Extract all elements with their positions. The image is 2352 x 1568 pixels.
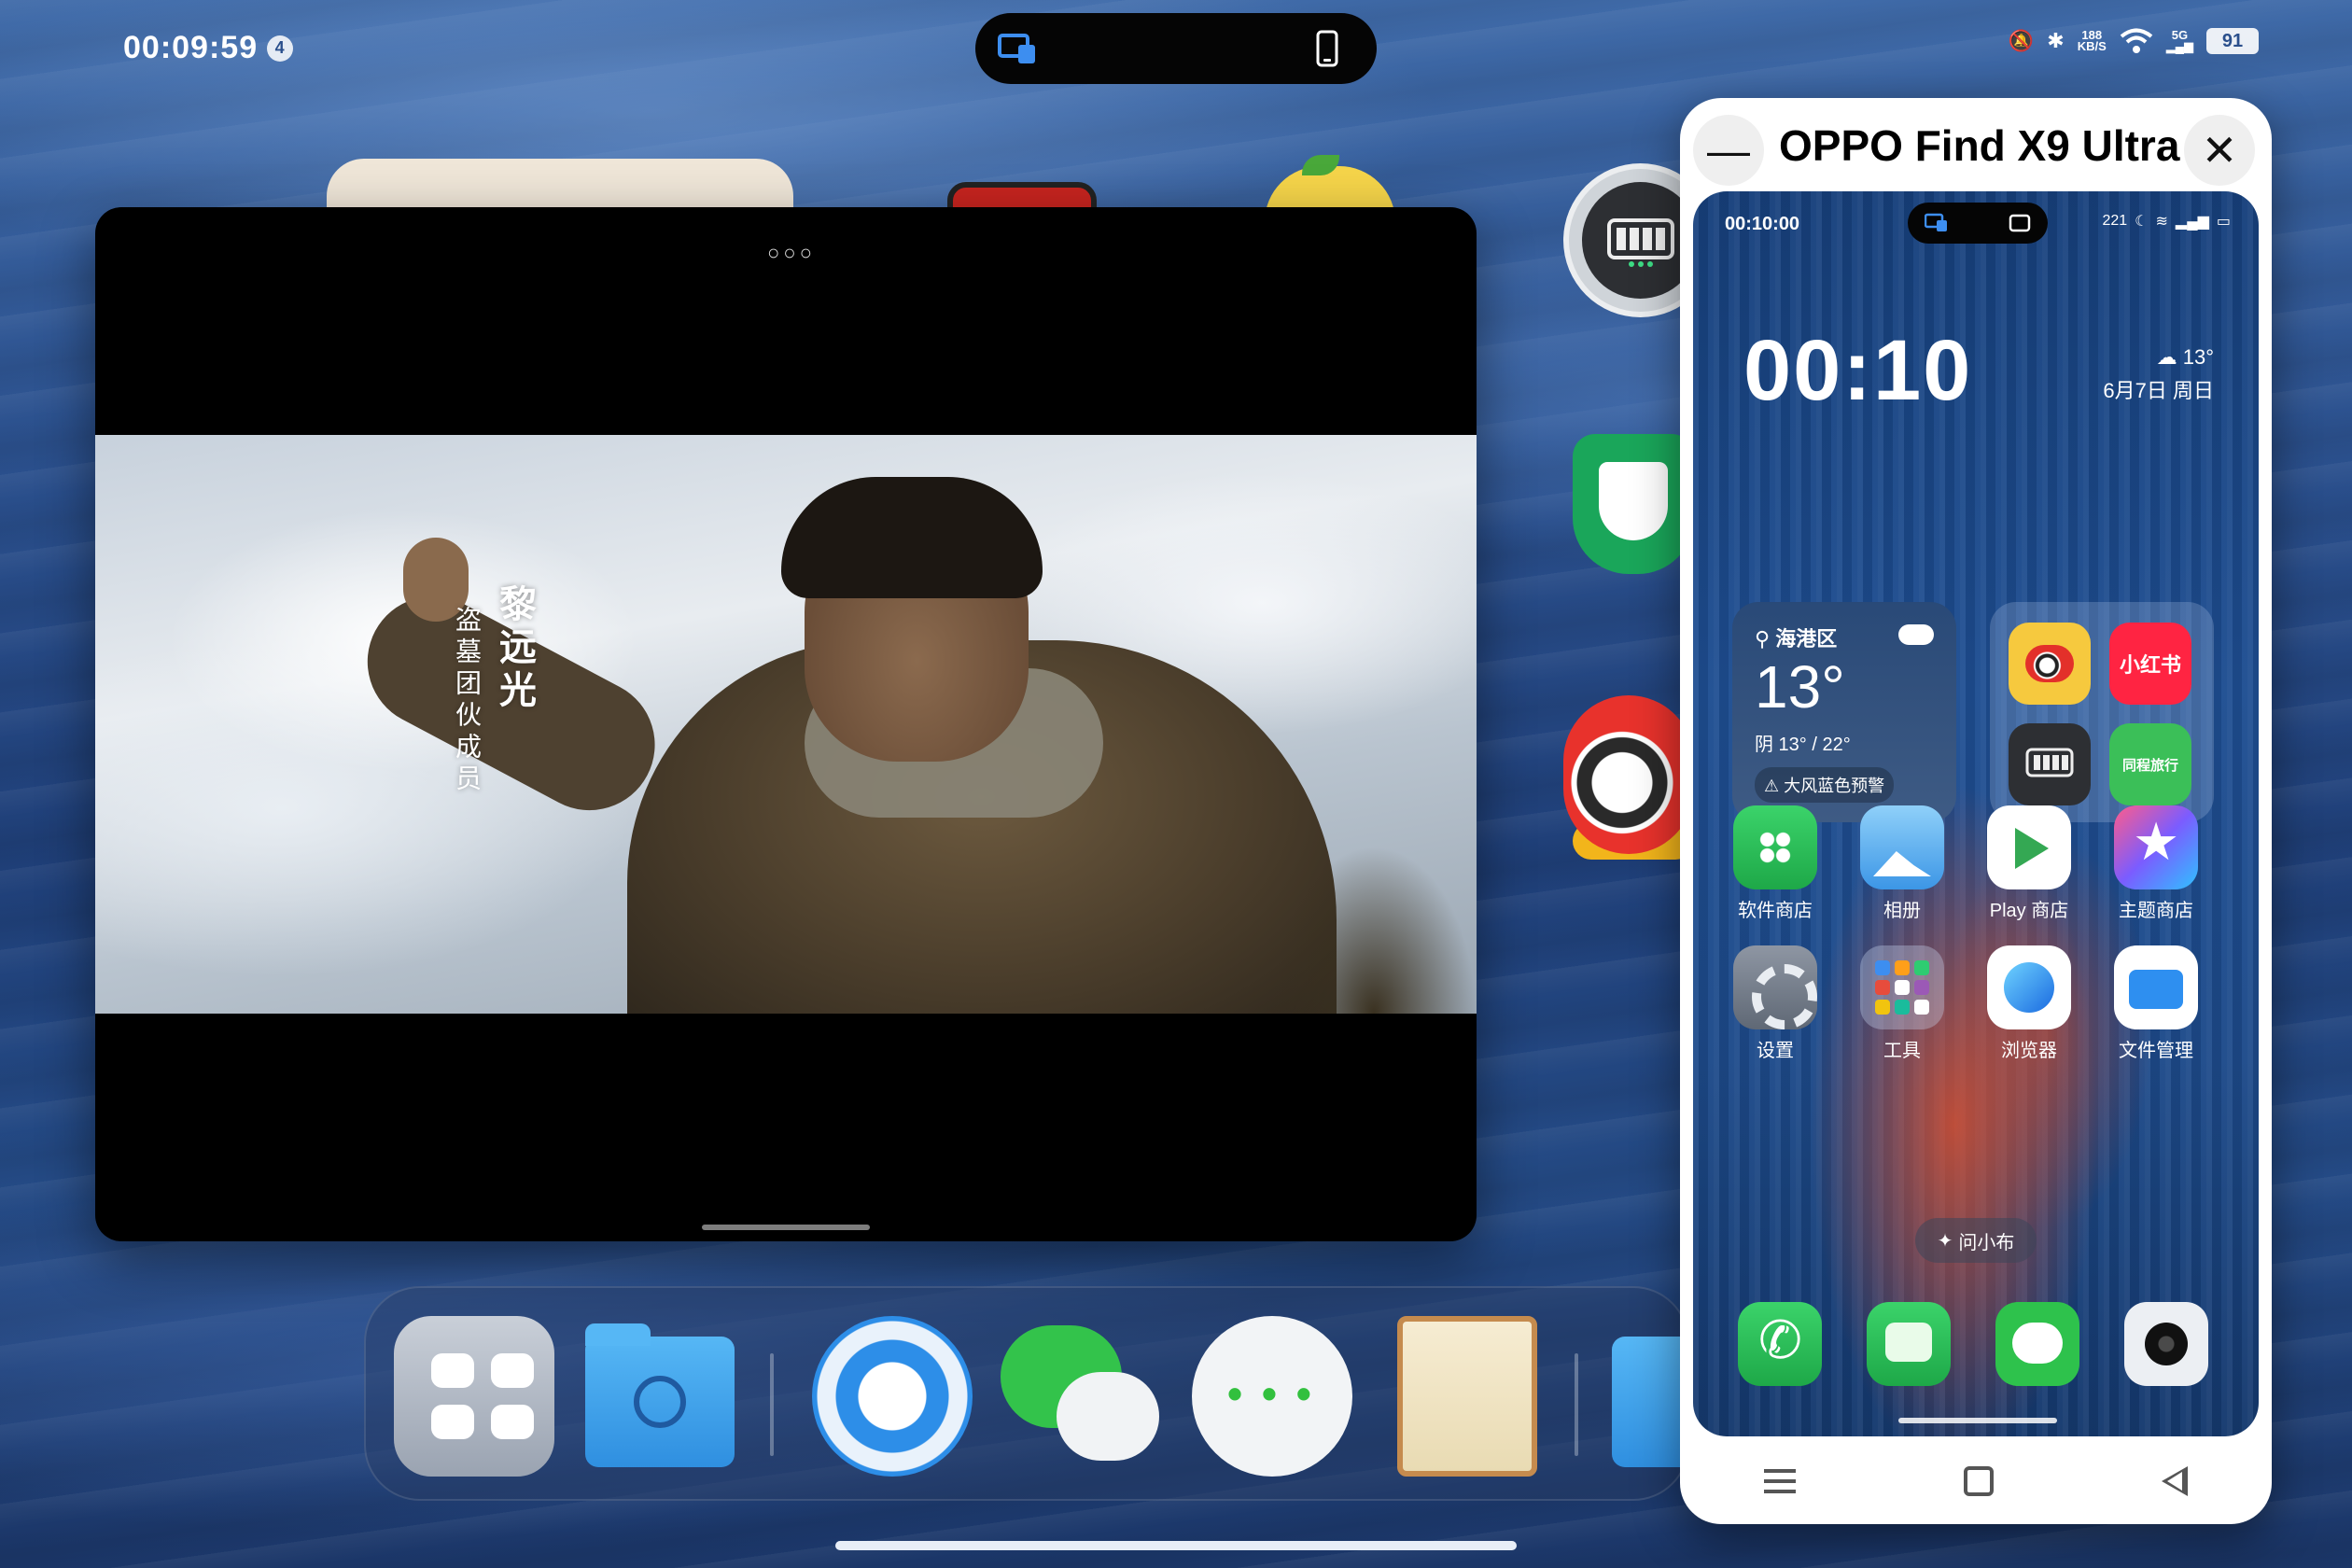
wechat-icon[interactable]: [1995, 1302, 2079, 1386]
net-speed: 188 KB/S: [2077, 28, 2107, 53]
browser-icon: [1987, 945, 2071, 1029]
weibo-app-icon[interactable]: [1563, 695, 1694, 860]
clock-text: 00:09:59: [123, 30, 259, 65]
theme-store-icon: [2114, 805, 2198, 889]
tongcheng-travel-icon[interactable]: 同程旅行: [2109, 723, 2191, 805]
home-indicator[interactable]: [835, 1541, 1517, 1550]
ask-pill-label: 问小布: [1958, 1232, 2015, 1253]
cell-signal-icon: ▂▄▆: [2175, 214, 2209, 230]
dock-separator: [770, 1353, 774, 1456]
screen-mirror-icon: [998, 34, 1035, 63]
app-file-manager[interactable]: 文件管理: [2100, 945, 2212, 1062]
app-label: 工具: [1883, 1041, 1921, 1061]
messages-icon[interactable]: [1192, 1316, 1352, 1477]
tablet-outline-icon: [2009, 214, 2031, 232]
recent-apps-menu-icon[interactable]: [1764, 1469, 1796, 1493]
app-label: 浏览器: [2001, 1041, 2057, 1061]
phone-status-icons: 221 ☾ ≋ ▂▄▆ ▭: [2102, 212, 2231, 231]
minimize-button[interactable]: —: [1693, 115, 1764, 186]
back-triangle-icon[interactable]: [2162, 1466, 2188, 1496]
phone-date: 6月7日 周日: [2103, 379, 2214, 402]
phone-dynamic-island[interactable]: [1908, 203, 2048, 244]
video-figure-hair: [781, 477, 1043, 598]
cloud-icon: ☁: [2156, 345, 2177, 369]
notification-count-badge: 4: [267, 35, 294, 62]
app-software-store[interactable]: 软件商店: [1719, 805, 1831, 922]
phone-clock: 00:10: [1743, 323, 1973, 418]
keyboard-app-icon[interactable]: [2009, 723, 2091, 805]
ask-xiaobu-button[interactable]: ✦ 问小布: [1915, 1218, 2037, 1263]
wechat-icon[interactable]: [1001, 1316, 1161, 1477]
app-folder[interactable]: 小红书 同程旅行: [1990, 602, 2214, 822]
app-label: 软件商店: [1738, 901, 1813, 921]
xiaohongshu-icon[interactable]: 小红书: [2109, 623, 2191, 705]
weather-temp: 13°: [1755, 653, 1845, 721]
video-window[interactable]: ○○○ 黎远光 盗墓团伙成员: [95, 207, 1477, 1241]
window-menu-dots[interactable]: ○○○: [767, 241, 816, 265]
home-square-icon[interactable]: [1964, 1466, 1994, 1496]
screen-mirror-icon: [1925, 213, 1947, 231]
mi-home-app-icon[interactable]: [1573, 434, 1694, 574]
dynamic-island[interactable]: [975, 13, 1377, 84]
app-label: 文件管理: [2119, 1041, 2193, 1061]
phone-screen[interactable]: 00:10:00 221 ☾ ≋ ▂▄▆ ▭ 00:10 ☁ 13° 6月7日 …: [1693, 191, 2259, 1436]
app-browser[interactable]: 浏览器: [1973, 945, 2085, 1062]
app-play-store[interactable]: Play 商店: [1973, 805, 2085, 922]
phone-nav-bar: [1680, 1438, 2272, 1524]
wifi-icon: ≋: [2155, 214, 2168, 230]
app-photos[interactable]: 相册: [1846, 805, 1958, 922]
app-label: 主题商店: [2119, 901, 2193, 921]
play-store-icon: [1987, 805, 2071, 889]
app-label: Play 商店: [1989, 901, 2069, 921]
recent-files-icon[interactable]: [585, 1323, 735, 1467]
file-manager-icon: [2114, 945, 2198, 1029]
cell-signal-icon: 5G ▂▄▆: [2165, 28, 2193, 53]
camera-icon[interactable]: [2124, 1302, 2208, 1386]
messages-icon[interactable]: [1867, 1302, 1951, 1386]
wifi-icon: [2120, 28, 2153, 53]
photos-icon: [1860, 805, 1944, 889]
phone-status-time: 00:10:00: [1725, 214, 1800, 234]
app-label: 设置: [1757, 1041, 1794, 1061]
app-settings[interactable]: 设置: [1719, 945, 1831, 1062]
phone-home-indicator[interactable]: [1898, 1418, 2057, 1423]
bell-muted-icon: 🔕: [2008, 29, 2035, 52]
net-speed: 221: [2102, 213, 2128, 229]
tablet-status-time: 00:09:59 4: [123, 30, 294, 66]
battery-indicator: 91: [2206, 28, 2259, 54]
app-label: 相册: [1883, 901, 1921, 921]
close-button[interactable]: ✕: [2184, 115, 2255, 186]
subtitle-character-role: 盗墓团伙成员: [452, 606, 483, 796]
dock: [364, 1286, 1696, 1501]
moon-icon: ☾: [2135, 214, 2149, 230]
location-pin-icon: ⚲: [1755, 627, 1771, 651]
settings-gear-icon: [1733, 945, 1817, 1029]
weather-range: 阴 13° / 22°: [1755, 735, 1851, 755]
software-store-icon: [1733, 805, 1817, 889]
sparkle-icon: ✦: [1937, 1230, 1953, 1252]
phone-call-icon[interactable]: [1738, 1302, 1822, 1386]
phone-date-weather: ☁ 13° 6月7日 周日: [2103, 341, 2214, 408]
phone-window-title: OPPO Find X9 Ultra: [1779, 121, 2180, 170]
window-resize-handle[interactable]: [702, 1225, 870, 1230]
phone-mirror-window[interactable]: — OPPO Find X9 Ultra ✕ 00:10:00 221 ☾ ≋ …: [1680, 98, 2272, 1524]
video-grass: [1271, 846, 1477, 1014]
phone-outline-icon: [1316, 30, 1338, 67]
subtitle-character-name: 黎远光: [493, 584, 536, 713]
battery-icon: ▭: [2216, 214, 2231, 230]
weather-widget[interactable]: ⚲ 海港区 13° 阴 13° / 22° ⚠ 大风蓝色预警: [1732, 602, 1956, 822]
bluetooth-icon: ✱: [2047, 29, 2065, 52]
browser-icon[interactable]: [812, 1316, 973, 1477]
cloud-icon: [1898, 624, 1934, 645]
app-library-icon[interactable]: [394, 1316, 554, 1477]
video-frame[interactable]: 黎远光 盗墓团伙成员: [95, 435, 1477, 1014]
dock-separator: [1575, 1353, 1578, 1456]
weibo-icon[interactable]: [2009, 623, 2091, 705]
tablet-status-icons: 🔕 ✱ 188 KB/S 5G ▂▄▆ 91: [2009, 28, 2259, 54]
weather-alert: ⚠ 大风蓝色预警: [1755, 767, 1895, 803]
app-theme-store[interactable]: 主题商店: [2100, 805, 2212, 922]
app-tools-folder[interactable]: 工具: [1846, 945, 1958, 1062]
tools-folder-icon: [1860, 945, 1944, 1029]
notes-icon[interactable]: [1397, 1316, 1537, 1477]
